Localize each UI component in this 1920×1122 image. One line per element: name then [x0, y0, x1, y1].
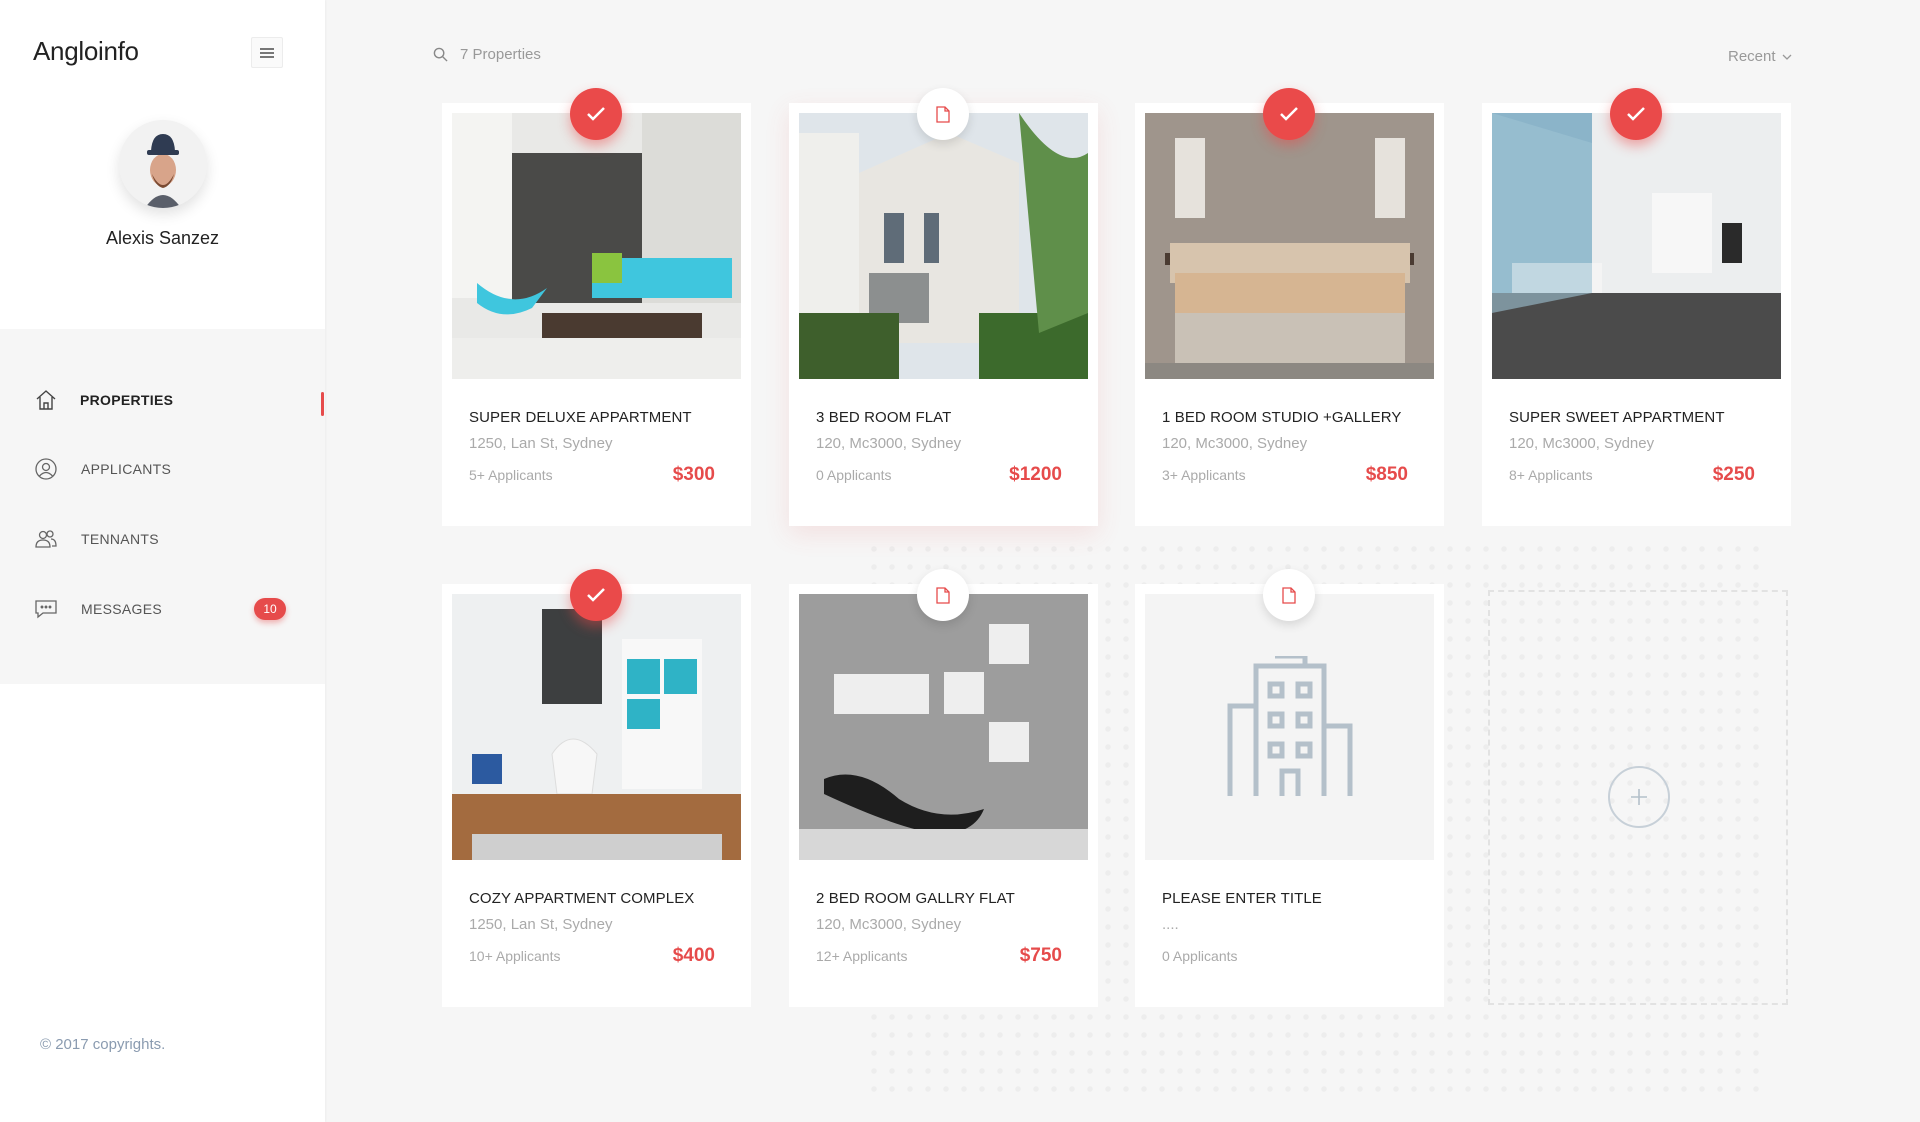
property-card[interactable]: 3 BED ROOM FLAT 120, Mc3000, Sydney 0 Ap… [789, 88, 1098, 526]
property-price: $300 [672, 464, 715, 485]
property-price: $400 [672, 945, 715, 966]
menu-toggle-button[interactable] [251, 37, 283, 68]
property-card[interactable]: COZY APPARTMENT COMPLEX 1250, Lan St, Sy… [442, 569, 751, 1007]
applicants-count: 8+ Applicants [1509, 467, 1593, 483]
property-address: 1250, Lan St, Sydney [469, 435, 613, 452]
property-image [452, 113, 741, 379]
property-card[interactable]: SUPER DELUXE APPARTMENT 1250, Lan St, Sy… [442, 88, 751, 526]
nav-label-applicants: APPLICANTS [81, 461, 172, 477]
sidebar: Angloinfo Alexis Sanzez PROPERTIES APPLI… [0, 0, 325, 1122]
draft-status-badge[interactable] [917, 88, 969, 140]
property-title: 2 BED ROOM GALLRY FLAT [816, 890, 1015, 907]
property-image [452, 594, 741, 860]
property-card[interactable]: PLEASE ENTER TITLE .... 0 Applicants [1135, 569, 1444, 1007]
property-title: PLEASE ENTER TITLE [1162, 890, 1322, 907]
main-nav: PROPERTIES APPLICANTS TENNANTS MESSAGES … [0, 329, 325, 684]
property-price: $850 [1365, 464, 1408, 485]
applicants-count: 10+ Applicants [469, 948, 561, 964]
property-title: SUPER SWEET APPARTMENT [1509, 409, 1725, 426]
property-card[interactable]: SUPER SWEET APPARTMENT 120, Mc3000, Sydn… [1482, 88, 1791, 526]
property-title: 1 BED ROOM STUDIO +GALLERY [1162, 409, 1402, 426]
property-address: 120, Mc3000, Sydney [816, 916, 962, 933]
nav-label-properties: PROPERTIES [80, 392, 174, 408]
search-bar[interactable]: 7 Properties [433, 46, 541, 63]
messages-count-badge: 10 [254, 598, 286, 620]
applicants-count: 12+ Applicants [816, 948, 908, 964]
applicants-count: 3+ Applicants [1162, 467, 1246, 483]
draft-status-badge[interactable] [917, 569, 969, 621]
brand-logo[interactable]: Angloinfo [33, 36, 139, 67]
property-address: 120, Mc3000, Sydney [1162, 435, 1308, 452]
add-property-card[interactable] [1488, 590, 1788, 1005]
applicants-count: 0 Applicants [816, 467, 892, 483]
chat-icon [35, 600, 57, 619]
completed-status-badge[interactable] [570, 88, 622, 140]
checkmark-icon [587, 107, 605, 121]
hamburger-icon [260, 47, 274, 58]
document-icon [936, 105, 950, 123]
sort-label: Recent [1728, 48, 1776, 65]
property-image [1492, 113, 1781, 379]
nav-item-properties[interactable]: PROPERTIES [0, 380, 325, 420]
property-address: 120, Mc3000, Sydney [1509, 435, 1655, 452]
property-address: 1250, Lan St, Sydney [469, 916, 613, 933]
active-indicator [321, 392, 324, 416]
nav-label-tennants: TENNANTS [81, 531, 159, 547]
property-price: $750 [1019, 945, 1062, 966]
draft-status-badge[interactable] [1263, 569, 1315, 621]
user-circle-icon [35, 458, 57, 480]
property-price: $250 [1712, 464, 1755, 485]
users-icon [35, 530, 57, 548]
plus-icon [1631, 789, 1647, 805]
property-image [799, 113, 1088, 379]
completed-status-badge[interactable] [1610, 88, 1662, 140]
add-property-button[interactable] [1608, 766, 1670, 828]
applicants-count: 5+ Applicants [469, 467, 553, 483]
building-icon [1227, 656, 1352, 796]
sort-dropdown[interactable]: Recent [1728, 48, 1792, 65]
property-title: 3 BED ROOM FLAT [816, 409, 952, 426]
checkmark-icon [1280, 107, 1298, 121]
nav-item-tennants[interactable]: TENNANTS [0, 519, 325, 559]
avatar[interactable] [118, 120, 207, 208]
applicants-count: 0 Applicants [1162, 948, 1238, 964]
document-icon [1282, 586, 1296, 604]
property-image [799, 594, 1088, 860]
main-content: 7 Properties Recent SUPER DELUXE APPARTM… [325, 0, 1920, 1122]
property-card[interactable]: 2 BED ROOM GALLRY FLAT 120, Mc3000, Sydn… [789, 569, 1098, 1007]
completed-status-badge[interactable] [570, 569, 622, 621]
search-icon [433, 47, 448, 62]
nav-item-messages[interactable]: MESSAGES 10 [0, 589, 325, 629]
nav-item-applicants[interactable]: APPLICANTS [0, 449, 325, 489]
property-title: COZY APPARTMENT COMPLEX [469, 890, 695, 907]
checkmark-icon [587, 588, 605, 602]
home-icon [36, 390, 56, 410]
property-price: $1200 [1009, 464, 1062, 485]
property-title: SUPER DELUXE APPARTMENT [469, 409, 692, 426]
user-name: Alexis Sanzez [105, 228, 220, 248]
property-card[interactable]: 1 BED ROOM STUDIO +GALLERY 120, Mc3000, … [1135, 88, 1444, 526]
nav-label-messages: MESSAGES [81, 601, 162, 617]
document-icon [936, 586, 950, 604]
user-profile: Alexis Sanzez [0, 120, 325, 249]
copyright-footer: © 2017 copyrights. [40, 1036, 166, 1053]
chevron-down-icon [1782, 54, 1791, 60]
property-count-text: 7 Properties [460, 46, 541, 63]
property-image-placeholder[interactable] [1145, 594, 1434, 860]
checkmark-icon [1627, 107, 1645, 121]
property-image [1145, 113, 1434, 379]
completed-status-badge[interactable] [1263, 88, 1315, 140]
property-address: 120, Mc3000, Sydney [816, 435, 962, 452]
property-address: .... [1162, 916, 1179, 933]
